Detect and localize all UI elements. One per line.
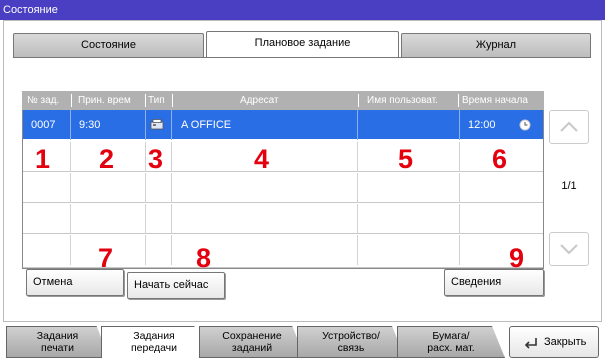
bottom-tab-bar: Задания печати Задания передачи Сохранен…: [0, 322, 605, 363]
tab-line: расх. мат.: [427, 342, 475, 354]
tab-device-communication[interactable]: Устройство/ связь: [297, 326, 405, 358]
tab-line: Бумага/: [432, 330, 470, 342]
close-label: Закрыть: [544, 336, 587, 348]
start-time-cell: 12:00: [468, 119, 496, 131]
column-line: [171, 204, 172, 234]
tab-send-jobs[interactable]: Задания передачи: [101, 326, 207, 358]
header-separator: [458, 94, 459, 107]
table-row[interactable]: 0007 9:30 A OFFICE 12:00: [23, 110, 543, 140]
page-indicator: 1/1: [561, 180, 577, 192]
tab-log[interactable]: Журнал: [401, 33, 591, 57]
callout-number: 1: [35, 144, 51, 174]
header-received-time[interactable]: Прин. врем: [78, 91, 131, 110]
callout-number: 2: [99, 144, 115, 174]
column-line: [171, 173, 172, 203]
tab-print-jobs[interactable]: Задания печати: [6, 326, 109, 358]
scroll-up-button[interactable]: [549, 110, 589, 144]
column-line: [171, 235, 172, 265]
header-separator: [358, 94, 359, 107]
tab-paper-supplies[interactable]: Бумага/ расх. мат.: [397, 326, 505, 358]
scroll-down-button[interactable]: [549, 232, 589, 266]
tab-line: передачи: [130, 342, 178, 354]
chevron-down-icon: [560, 244, 578, 255]
fax-icon: [150, 119, 164, 130]
window-title: Состояние: [0, 0, 605, 20]
received-time-cell: 9:30: [79, 119, 101, 131]
column-line: [70, 235, 71, 265]
callout-number: 9: [509, 243, 525, 273]
tab-line: Задания: [133, 330, 175, 342]
table-header: № зад. Прин. врем Тип Адресат Имя пользо…: [22, 91, 544, 110]
header-job-number[interactable]: № зад.: [27, 91, 59, 110]
callout-number: 5: [398, 144, 414, 174]
header-separator: [172, 94, 173, 107]
column-line: [145, 173, 146, 203]
clock-icon: [519, 119, 531, 131]
column-line: [145, 110, 146, 140]
column-line: [145, 142, 146, 172]
header-user-name[interactable]: Имя пользоват.: [367, 91, 438, 110]
start-now-button[interactable]: Начать сейчас: [127, 272, 225, 299]
column-line: [357, 173, 358, 203]
column-line: [145, 204, 146, 234]
destination-cell: A OFFICE: [181, 119, 232, 131]
chevron-up-icon: [560, 121, 578, 132]
column-line: [70, 173, 71, 203]
tab-line: Устройство/: [322, 330, 380, 342]
column-line: [459, 110, 460, 140]
column-line: [171, 110, 172, 140]
tab-divider: [13, 57, 591, 58]
header-separator: [71, 94, 72, 107]
header-start-time[interactable]: Время начала: [462, 91, 528, 110]
column-line: [357, 204, 358, 234]
details-button[interactable]: Сведения: [444, 269, 544, 296]
column-line: [357, 110, 358, 140]
column-line: [70, 110, 71, 140]
column-line: [171, 142, 172, 172]
column-line: [70, 204, 71, 234]
scroll-controls: 1/1: [549, 108, 589, 270]
tab-line: заданий: [231, 342, 273, 354]
cancel-button[interactable]: Отмена: [26, 269, 124, 296]
column-line: [70, 142, 71, 172]
tab-line: Сохранение: [222, 330, 282, 342]
close-button[interactable]: Закрыть: [509, 326, 599, 358]
callout-number: 3: [148, 144, 164, 174]
table-row[interactable]: [23, 173, 543, 203]
column-line: [459, 204, 460, 234]
column-line: [145, 235, 146, 265]
tab-line: Задания: [36, 330, 79, 342]
callout-number: 8: [196, 243, 212, 273]
callout-number: 6: [492, 144, 508, 174]
column-line: [459, 173, 460, 203]
header-destination[interactable]: Адресат: [240, 91, 279, 110]
tab-store-jobs[interactable]: Сохранение заданий: [199, 326, 305, 358]
callout-number: 7: [98, 243, 114, 273]
return-arrow-icon: [524, 338, 537, 349]
tab-status[interactable]: Состояние: [13, 33, 204, 57]
job-number-cell: 0007: [31, 119, 56, 131]
tab-line: связь: [337, 342, 365, 354]
header-type[interactable]: Тип: [148, 91, 165, 110]
table-row[interactable]: [23, 204, 543, 234]
tab-bar: Состояние Плановое задание Журнал: [13, 31, 591, 57]
header-separator: [145, 94, 146, 107]
column-line: [459, 142, 460, 172]
tab-line: печати: [41, 342, 74, 354]
tab-scheduled-job[interactable]: Плановое задание: [206, 31, 399, 57]
column-line: [357, 235, 358, 265]
column-line: [459, 235, 460, 265]
callout-number: 4: [254, 144, 270, 174]
column-line: [357, 142, 358, 172]
